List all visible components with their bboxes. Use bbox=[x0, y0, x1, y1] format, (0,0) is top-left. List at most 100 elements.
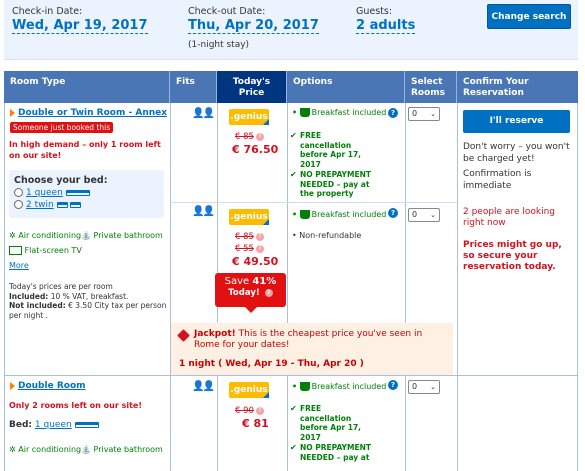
header-select-line2: Rooms bbox=[411, 88, 446, 98]
header-options: Options bbox=[287, 71, 405, 103]
jackpot-banner: Jackpot! This is the cheapest price you'… bbox=[171, 323, 453, 375]
not-included-label: Not included: bbox=[9, 301, 66, 310]
bed-option-twin[interactable]: 2 twin bbox=[14, 200, 159, 210]
room-quantity-select[interactable]: 0 ⌄ bbox=[408, 107, 440, 121]
included-note: Included: 10 % VAT, breakfast. bbox=[9, 292, 167, 302]
queen-bed-icon bbox=[65, 189, 90, 196]
not-included-note: Not included: € 3.50 City tax per person… bbox=[9, 301, 167, 320]
guests-group: Guests: 2 adults bbox=[356, 6, 416, 34]
option-breakfast: • Breakfast included bbox=[292, 108, 387, 117]
header-select-rooms: Select Rooms bbox=[405, 71, 457, 103]
grid-line bbox=[170, 103, 171, 471]
coffee-cup-icon bbox=[299, 108, 310, 117]
recently-booked-badge: Someone just booked this bbox=[10, 122, 114, 133]
check-icon: ✔ bbox=[290, 443, 297, 452]
two-persons-icon: 👤👤 bbox=[192, 206, 215, 217]
save-today: Today! ? bbox=[215, 288, 286, 298]
original-price-value: € 85 bbox=[235, 132, 254, 142]
shower-icon: ⛲ bbox=[81, 231, 91, 240]
header-confirm-line2: Reservation bbox=[463, 88, 524, 98]
genius-badge: .genius bbox=[229, 382, 269, 398]
grid-line bbox=[4, 375, 577, 376]
original-price-value: € 90 bbox=[235, 406, 254, 416]
grid-line bbox=[405, 375, 406, 471]
original-price: € 85? bbox=[235, 232, 264, 242]
bed-option-twin-label[interactable]: 2 twin bbox=[26, 200, 54, 210]
facility-tv: Flat-screen TV bbox=[9, 246, 82, 255]
checkin-label: Check-in Date: bbox=[12, 6, 83, 17]
chevron-down-icon: ⌄ bbox=[430, 211, 436, 219]
demand-message: In high demand – only 1 room left on our… bbox=[9, 140, 161, 160]
help-icon[interactable]: ? bbox=[388, 380, 398, 390]
room-name-link[interactable]: Double or Twin Room - Annex bbox=[18, 108, 167, 118]
facility-ac: ✲ Air conditioning bbox=[9, 231, 81, 240]
radio-twin[interactable] bbox=[14, 200, 23, 209]
save-badge: Save 41% Today! ? bbox=[215, 273, 286, 313]
free-cancel-label: FREE cancellation before Apr 17, 2017 bbox=[300, 404, 362, 442]
check-icon: ✔ bbox=[290, 404, 297, 413]
arrow-icon bbox=[10, 108, 15, 117]
original-price-value: € 85 bbox=[235, 232, 254, 242]
breakfast-label: Breakfast included bbox=[311, 210, 387, 219]
genius-badge: .genius bbox=[229, 109, 269, 125]
discounted-price-value: € 55 bbox=[235, 244, 254, 254]
facility-ac-label: Air conditioning bbox=[18, 445, 82, 454]
header-room-type: Room Type bbox=[4, 71, 170, 103]
more-facilities-link[interactable]: More bbox=[9, 261, 29, 270]
no-charge-note: Don't worry – you won't be charged yet! bbox=[463, 142, 570, 164]
info-icon[interactable]: ? bbox=[255, 244, 264, 253]
reserve-button[interactable]: I'll reserve bbox=[463, 110, 570, 133]
breakfast-label: Breakfast included bbox=[311, 382, 387, 391]
confirmation-note: Confirmation is immediate bbox=[463, 169, 532, 191]
grid-line bbox=[4, 103, 5, 471]
room-name-link[interactable]: Double Room bbox=[18, 381, 86, 391]
booked-badge-wrap: Someone just booked this bbox=[10, 122, 114, 133]
room-quantity-select[interactable]: 0 ⌄ bbox=[408, 208, 440, 222]
header-confirm-line1: Confirm Your bbox=[463, 77, 529, 87]
facility-bath-label: Private bathroom bbox=[93, 231, 163, 240]
facility-ac: ✲ Air conditioning bbox=[9, 445, 81, 454]
included-value: 10 % VAT, breakfast. bbox=[50, 291, 129, 301]
checkout-date-link[interactable]: Thu, Apr 20, 2017 bbox=[188, 18, 319, 34]
info-icon[interactable]: ? bbox=[264, 288, 273, 297]
help-icon[interactable]: ? bbox=[388, 208, 398, 218]
room-title-row: Double Room bbox=[10, 381, 86, 391]
original-price: € 85? bbox=[235, 132, 264, 142]
option-free-cancel: ✔ FREE cancellation before Apr 17, 2017 bbox=[290, 131, 370, 169]
checkin-group: Check-in Date: Wed, Apr 19, 2017 bbox=[12, 6, 148, 34]
room-quantity-select[interactable]: 0 ⌄ bbox=[408, 380, 440, 394]
info-icon[interactable]: ? bbox=[255, 232, 264, 241]
checkin-date-link[interactable]: Wed, Apr 19, 2017 bbox=[12, 18, 148, 34]
header-todays-price: Today's Price bbox=[217, 71, 287, 103]
guests-link[interactable]: 2 adults bbox=[356, 18, 416, 34]
no-prepay-label: NO PREPAYMENT NEEDED – pay at bbox=[300, 443, 371, 462]
coffee-cup-icon bbox=[299, 210, 310, 219]
bed-value-link[interactable]: 1 queen bbox=[35, 420, 72, 430]
bed-option-queen-label[interactable]: 1 queen bbox=[26, 188, 63, 198]
header-select-line1: Select bbox=[411, 77, 443, 87]
change-search-button[interactable]: Change search bbox=[487, 4, 571, 29]
bed-option-queen[interactable]: 1 queen bbox=[14, 188, 159, 198]
option-breakfast: • Breakfast included bbox=[292, 382, 387, 391]
current-price: € 76.50 bbox=[232, 143, 279, 156]
bed-label: Bed: bbox=[9, 420, 33, 430]
option-breakfast: • Breakfast included bbox=[292, 210, 387, 219]
chevron-down-icon: ⌄ bbox=[430, 110, 436, 118]
header-confirm: Confirm Your Reservation bbox=[457, 71, 578, 103]
jackpot-line: Jackpot! This is the cheapest price you'… bbox=[177, 329, 447, 351]
radio-queen[interactable] bbox=[14, 188, 23, 197]
queen-bed-icon bbox=[74, 421, 99, 428]
genius-badge: .genius bbox=[229, 209, 269, 225]
shower-icon: ⛲ bbox=[81, 445, 91, 454]
two-persons-icon: 👤👤 bbox=[192, 108, 215, 119]
no-prepay-label: NO PREPAYMENT NEEDED – pay at the proper… bbox=[300, 170, 371, 198]
info-icon[interactable]: ? bbox=[255, 406, 264, 415]
save-today-label: Today! bbox=[228, 288, 260, 298]
info-icon[interactable]: ? bbox=[255, 132, 264, 141]
header-price-line2: Price bbox=[238, 88, 265, 98]
option-free-cancel: ✔ FREE cancellation before Apr 17, 2017 bbox=[290, 404, 370, 442]
help-icon[interactable]: ? bbox=[388, 108, 398, 118]
rooms-left-message: Only 2 rooms left on our site! bbox=[9, 401, 142, 410]
select-value: 0 bbox=[412, 382, 418, 391]
grid-line bbox=[287, 375, 288, 471]
